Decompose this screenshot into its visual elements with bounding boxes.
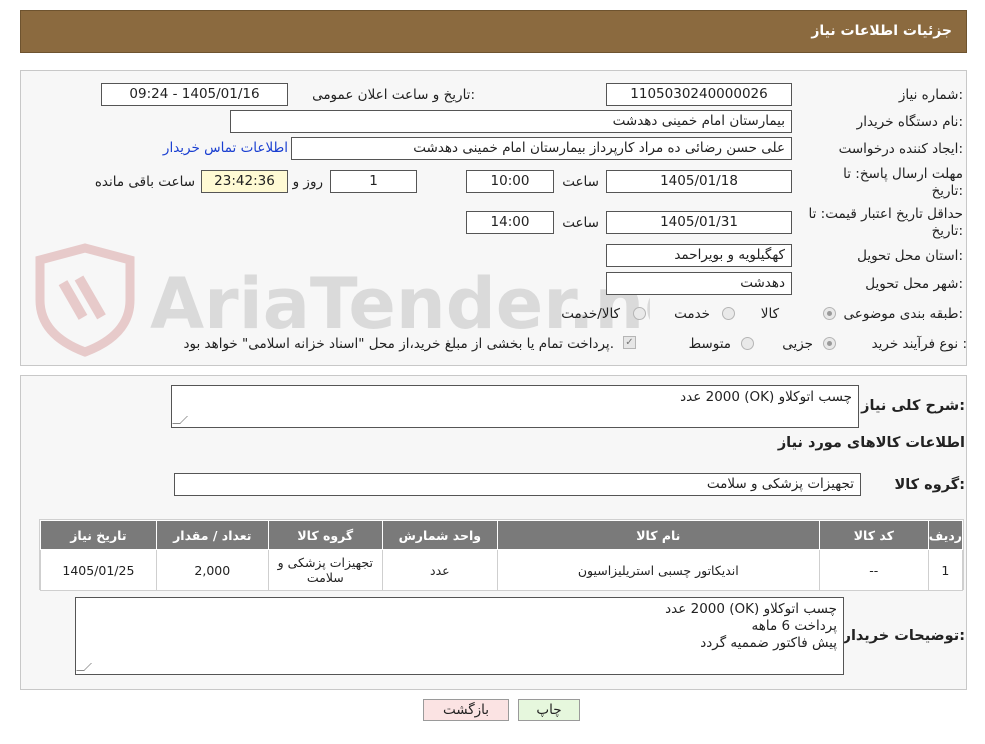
- price-validity-label: حداقل تاریخ اعتبار قیمت: تا: [808, 206, 963, 222]
- items-table: ردیف کد کالا نام کالا واحد شمارش گروه کا…: [40, 520, 964, 591]
- col-goods-code: کد کالا: [818, 520, 929, 550]
- deadline-time-label: ساعت: [562, 174, 599, 190]
- table-header-row: ردیف کد کالا نام کالا واحد شمارش گروه کا…: [40, 520, 964, 550]
- creator-label: ایجاد کننده درخواست:: [838, 141, 963, 157]
- need-summary-textarea[interactable]: چسب اتوکلاو (OK) 2000 عدد: [171, 385, 859, 428]
- cell-unit: عدد: [381, 549, 498, 591]
- cell-need-date: 1405/01/25: [40, 549, 157, 591]
- announce-datetime-label: تاریخ و ساعت اعلان عمومی:: [312, 87, 475, 103]
- buyer-org-field: بیمارستان امام خمینی دهدشت: [230, 110, 792, 133]
- announce-datetime-field: 1405/01/16 - 09:24: [101, 83, 288, 106]
- back-button[interactable]: بازگشت: [423, 699, 509, 721]
- need-summary-text: چسب اتوکلاو (OK) 2000 عدد: [680, 389, 852, 405]
- page-title: جزئیات اطلاعات نیاز: [811, 23, 952, 39]
- category-goods-radio[interactable]: [823, 307, 836, 320]
- deadline-label: مهلت ارسال پاسخ: تا: [843, 166, 963, 182]
- creator-field: علی حسن رضائی ده مراد کارپرداز بیمارستان…: [291, 137, 792, 160]
- purchase-minor-label: جزیی: [782, 336, 813, 352]
- delivery-city-label: شهر محل تحویل:: [865, 276, 963, 292]
- price-validity-date-field: 1405/01/31: [606, 211, 792, 234]
- buyer-notes-textarea[interactable]: چسب اتوکلاو (OK) 2000 عدد پرداخت 6 ماهه …: [75, 597, 844, 675]
- delivery-province-label: استان محل تحویل:: [857, 248, 963, 264]
- col-quantity: تعداد / مقدار: [155, 520, 269, 550]
- col-goods-name: نام کالا: [496, 520, 820, 550]
- table-row: 1 -- اندیکاتور چسبی استریلیزاسیون عدد تج…: [40, 549, 964, 591]
- buyer-org-label: نام دستگاه خریدار:: [856, 114, 963, 130]
- category-goods-label: کالا: [760, 306, 779, 322]
- purchase-medium-label: متوسط: [688, 336, 731, 352]
- resize-grip-icon[interactable]: [76, 663, 92, 671]
- buyer-notes-line: پرداخت 6 ماهه: [751, 618, 837, 634]
- price-validity-label-date: تاریخ:: [931, 223, 963, 239]
- buyer-notes-line: پیش فاکتور ضممیه گردد: [700, 635, 837, 651]
- cell-quantity: 2,000: [155, 549, 269, 591]
- deadline-label-date: تاریخ:: [931, 183, 963, 199]
- goods-group-field: تجهیزات پزشکی و سلامت: [174, 473, 861, 496]
- purchase-minor-radio[interactable]: [823, 337, 836, 350]
- deadline-date-field: 1405/01/18: [606, 170, 792, 193]
- price-validity-time-field: 14:00: [466, 211, 554, 234]
- category-service-label: خدمت: [674, 306, 710, 322]
- purchase-medium-radio[interactable]: [741, 337, 754, 350]
- days-remaining-field: 1: [330, 170, 417, 193]
- cell-goods-group: تجهیزات پزشکی و سلامت: [267, 549, 383, 591]
- time-remaining-field: 23:42:36: [201, 170, 288, 193]
- need-summary-label: شرح کلی نیاز:: [861, 398, 965, 414]
- items-table-wrapper: ردیف کد کالا نام کالا واحد شمارش گروه کا…: [39, 519, 964, 591]
- col-need-date: تاریخ نیاز: [40, 520, 157, 550]
- col-unit: واحد شمارش: [381, 520, 498, 550]
- cell-goods-code: --: [818, 549, 929, 591]
- purchase-process-label: نوع فرآیند خرید :: [871, 336, 967, 352]
- col-goods-group: گروه کالا: [267, 520, 383, 550]
- need-number-field: 1105030240000026: [606, 83, 792, 106]
- goods-info-title: اطلاعات کالاهای مورد نیاز: [777, 435, 965, 451]
- page-header: جزئیات اطلاعات نیاز: [20, 10, 967, 53]
- subject-category-label: طبقه بندی موضوعی:: [843, 306, 963, 322]
- price-validity-time-label: ساعت: [562, 215, 599, 231]
- print-button[interactable]: چاپ: [518, 699, 580, 721]
- delivery-city-field: دهدشت: [606, 272, 792, 295]
- days-label: روز و: [292, 174, 323, 190]
- treasury-payment-checkbox[interactable]: ✓: [623, 336, 636, 349]
- category-goods-service-label: کالا/خدمت: [561, 306, 620, 322]
- goods-group-label: گروه کالا:: [894, 477, 965, 493]
- resize-grip-icon[interactable]: [172, 416, 188, 424]
- cell-goods-name: اندیکاتور چسبی استریلیزاسیون: [496, 549, 820, 591]
- treasury-payment-note: پرداخت تمام یا بخشی از مبلغ خرید،از محل …: [183, 336, 614, 352]
- cell-row-number: 1: [927, 549, 964, 591]
- buyer-notes-label: توضیحات خریدار:: [842, 628, 965, 644]
- category-service-radio[interactable]: [722, 307, 735, 320]
- category-goods-service-radio[interactable]: [633, 307, 646, 320]
- delivery-province-field: کهگیلویه و بویراحمد: [606, 244, 792, 267]
- buyer-notes-line: چسب اتوکلاو (OK) 2000 عدد: [665, 601, 837, 617]
- need-number-label: شماره نیاز:: [898, 87, 963, 103]
- buyer-contact-link[interactable]: اطلاعات تماس خریدار: [163, 140, 288, 156]
- deadline-time-field: 10:00: [466, 170, 554, 193]
- col-row-number: ردیف: [927, 520, 964, 550]
- time-remaining-label: ساعت باقی مانده: [94, 174, 195, 190]
